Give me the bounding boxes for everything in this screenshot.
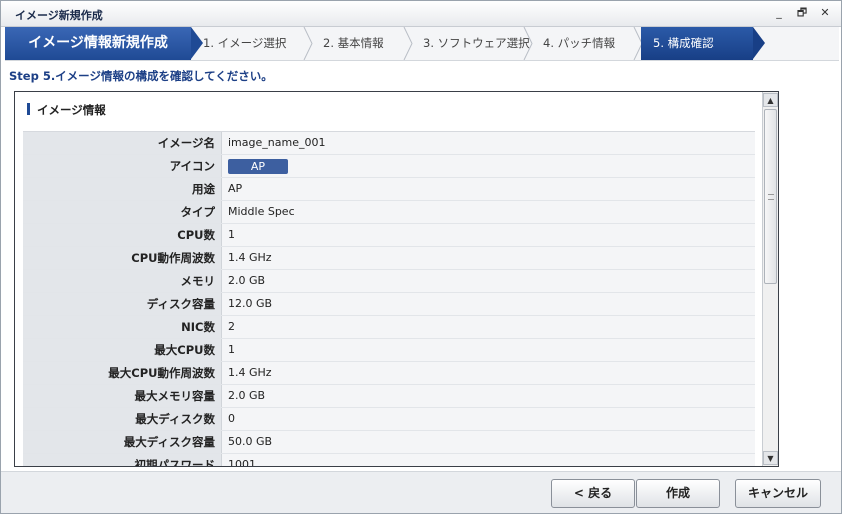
wizard-step-bar: イメージ情報新規作成 1. イメージ選択 2. 基本情報 3. ソフトウェア選択 4.…: [5, 27, 839, 61]
table-row: 最大ディスク数 0: [23, 408, 755, 431]
table-row: タイプ Middle Spec: [23, 201, 755, 224]
table-row: 最大CPU数 1: [23, 339, 755, 362]
row-value: 1: [222, 339, 755, 361]
row-value: image_name_001: [222, 132, 755, 154]
row-label: NIC数: [23, 316, 222, 338]
table-row: イメージ名 image_name_001: [23, 132, 755, 155]
wizard-step-3: 3. ソフトウェア選択: [411, 27, 533, 60]
table-row: CPU数 1: [23, 224, 755, 247]
step-instruction: Step 5.イメージ情報の構成を確認してください。: [9, 69, 273, 83]
row-label: CPU数: [23, 224, 222, 246]
content-panel: イメージ情報 イメージ名 image_name_001 アイコン AP 用途 AP タイプ M…: [14, 91, 779, 467]
row-value: 1.4 GHz: [222, 362, 755, 384]
grip-icon: [768, 194, 774, 200]
row-label: ディスク容量: [23, 293, 222, 315]
row-value: 0: [222, 408, 755, 430]
row-value: AP: [222, 178, 755, 200]
wizard-step-label: 5. 構成確認: [653, 36, 714, 50]
wizard-step-label: 4. パッチ情報: [543, 36, 616, 50]
row-value: 2.0 GB: [222, 270, 755, 292]
row-value: 50.0 GB: [222, 431, 755, 453]
row-label: 用途: [23, 178, 222, 200]
wizard-step-5: 5. 構成確認: [641, 27, 765, 60]
row-value: Middle Spec: [222, 201, 755, 223]
table-row: 初期パスワード 1001: [23, 454, 755, 466]
create-button[interactable]: 作成: [636, 479, 720, 508]
back-button[interactable]: < 戻る: [551, 479, 635, 508]
table-row: CPU動作周波数 1.4 GHz: [23, 247, 755, 270]
wizard-step-label: 1. イメージ選択: [203, 36, 287, 50]
table-row: アイコン AP: [23, 155, 755, 178]
vertical-scrollbar[interactable]: ▲ ▼: [762, 92, 778, 466]
scroll-up-icon[interactable]: ▲: [763, 93, 778, 107]
section-title: イメージ情報: [27, 102, 106, 118]
wizard-step-1: 1. イメージ選択: [191, 27, 313, 60]
info-table: イメージ名 image_name_001 アイコン AP 用途 AP タイプ Middle S…: [23, 131, 755, 466]
row-value: 1: [222, 224, 755, 246]
wizard-step-label: 3. ソフトウェア選択: [423, 36, 530, 50]
row-label: 最大CPU動作周波数: [23, 362, 222, 384]
row-label: アイコン: [23, 155, 222, 177]
table-row: NIC数 2: [23, 316, 755, 339]
row-value: AP: [222, 155, 755, 177]
row-value: 2.0 GB: [222, 385, 755, 407]
wizard-step-label: 2. 基本情報: [323, 36, 384, 50]
row-value: 2: [222, 316, 755, 338]
row-label: メモリ: [23, 270, 222, 292]
table-row: 最大CPU動作周波数 1.4 GHz: [23, 362, 755, 385]
row-value: 12.0 GB: [222, 293, 755, 315]
row-value: 1.4 GHz: [222, 247, 755, 269]
row-label: 最大ディスク数: [23, 408, 222, 430]
window-title: イメージ新規作成: [15, 9, 103, 22]
table-row: 用途 AP: [23, 178, 755, 201]
table-row: 最大メモリ容量 2.0 GB: [23, 385, 755, 408]
cancel-button[interactable]: キャンセル: [735, 479, 821, 508]
wizard-window: イメージ新規作成 _ 🗗 ✕ イメージ情報新規作成 1. イメージ選択 2. 基本…: [0, 0, 842, 514]
row-label: タイプ: [23, 201, 222, 223]
table-row: ディスク容量 12.0 GB: [23, 293, 755, 316]
close-icon[interactable]: ✕: [817, 6, 833, 20]
title-bar: イメージ新規作成 _ 🗗 ✕: [1, 1, 841, 27]
row-label: 初期パスワード: [23, 454, 222, 466]
table-row: 最大ディスク容量 50.0 GB: [23, 431, 755, 454]
wizard-step-4: 4. パッチ情報: [531, 27, 643, 60]
row-value: 1001: [222, 454, 755, 466]
restore-icon[interactable]: 🗗: [794, 6, 810, 20]
wizard-title: イメージ情報新規作成: [5, 27, 203, 60]
row-label: CPU動作周波数: [23, 247, 222, 269]
scroll-down-icon[interactable]: ▼: [763, 451, 778, 465]
footer-bar: < 戻る 作成 キャンセル: [1, 471, 841, 513]
row-label: 最大ディスク容量: [23, 431, 222, 453]
wizard-step-2: 2. 基本情報: [311, 27, 413, 60]
icon-badge: AP: [228, 159, 288, 174]
row-label: イメージ名: [23, 132, 222, 154]
scrollbar-thumb[interactable]: [764, 109, 777, 284]
table-row: メモリ 2.0 GB: [23, 270, 755, 293]
row-label: 最大メモリ容量: [23, 385, 222, 407]
minimize-icon[interactable]: _: [771, 6, 787, 20]
row-label: 最大CPU数: [23, 339, 222, 361]
